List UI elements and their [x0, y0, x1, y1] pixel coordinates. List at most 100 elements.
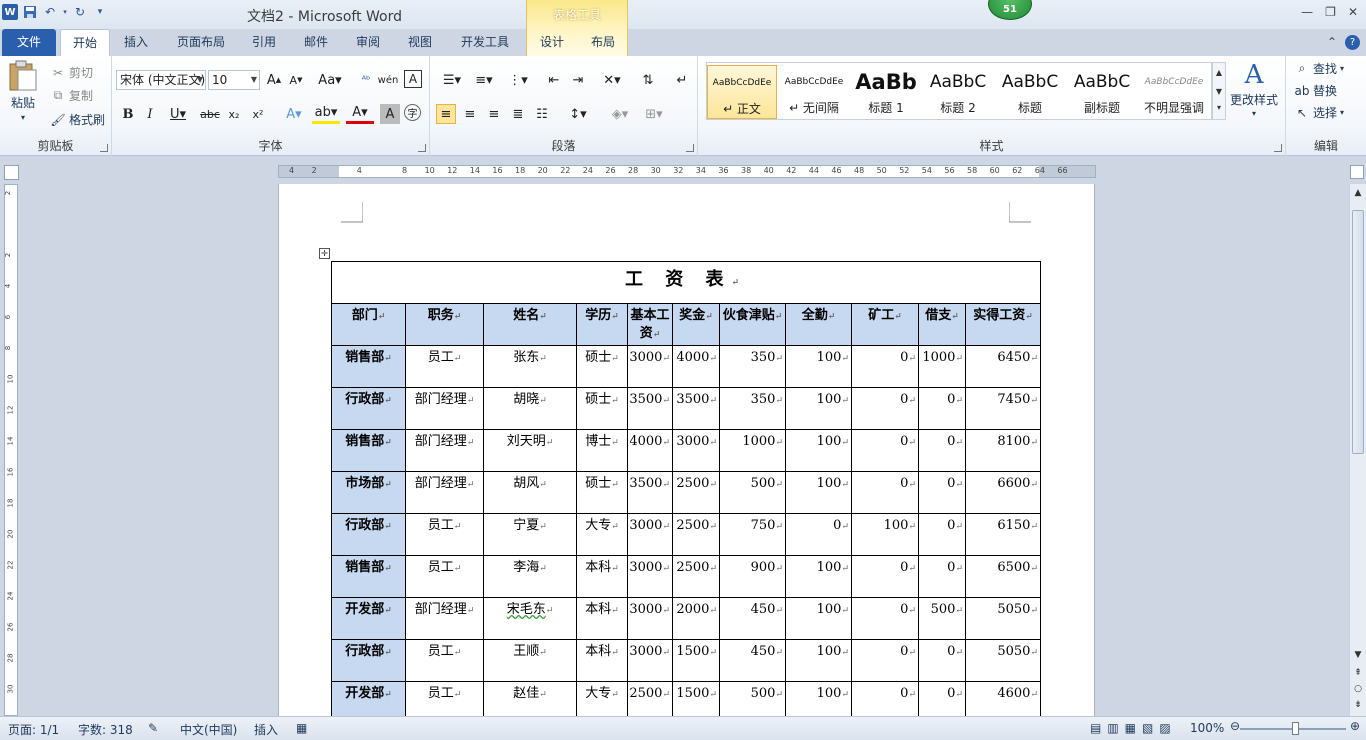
italic-icon[interactable]: I	[140, 104, 160, 124]
table-cell[interactable]: 100↵	[785, 555, 852, 598]
paragraph-launcher-icon[interactable]	[686, 144, 694, 152]
align-right-icon[interactable]: ≡	[484, 104, 504, 124]
table-cell[interactable]: 450↵	[719, 639, 786, 682]
tab-mailings[interactable]: 邮件	[296, 29, 336, 56]
table-cell[interactable]: 0↵	[851, 471, 919, 514]
grow-font-icon[interactable]: A ▲	[264, 70, 284, 90]
table-cell[interactable]: 本科↵	[576, 639, 628, 682]
table-cell[interactable]: 0↵	[918, 555, 966, 598]
format-painter-button[interactable]: 🖌 格式刷	[50, 111, 105, 128]
header-cell[interactable]: 伙食津贴↵	[719, 303, 786, 346]
table-cell[interactable]: 4000↵	[627, 429, 673, 472]
styles-down-icon[interactable]: ▼	[1213, 82, 1225, 101]
cut-button[interactable]: ✂ 剪切	[50, 64, 93, 81]
table-cell[interactable]: 0↵	[918, 639, 966, 682]
table-cell[interactable]: 100↵	[851, 513, 919, 556]
table-cell[interactable]: 2500↵	[672, 555, 720, 598]
view-ruler-icon[interactable]	[1350, 165, 1364, 179]
bullets-icon[interactable]: ☰▾	[438, 70, 466, 90]
style-subtle-emphasis[interactable]: AaBbCcDdEe 不明显强调	[1139, 65, 1209, 119]
header-cell[interactable]: 实得工资↵	[965, 303, 1041, 346]
table-cell[interactable]: 胡晓↵	[483, 387, 577, 430]
distributed-icon[interactable]: ☷	[532, 104, 552, 124]
table-cell[interactable]: 100↵	[785, 639, 852, 682]
font-name-dropdown-icon[interactable]: ▼	[197, 71, 203, 89]
style-title[interactable]: AaBbC 标题	[995, 65, 1065, 119]
table-cell[interactable]: 3000↵	[672, 429, 720, 472]
header-cell[interactable]: 部门↵	[331, 303, 406, 346]
table-cell[interactable]: 500↵	[918, 597, 966, 640]
table-cell[interactable]: 500↵	[719, 681, 786, 716]
table-cell[interactable]: 0↵	[918, 429, 966, 472]
save-icon[interactable]	[22, 4, 38, 20]
table-cell[interactable]: 3000↵	[627, 513, 673, 556]
header-cell[interactable]: 职务↵	[405, 303, 484, 346]
strikethrough-icon[interactable]: abc	[198, 104, 222, 124]
next-page-icon[interactable]: ⇟	[1350, 700, 1366, 710]
table-cell[interactable]: 0↵	[851, 597, 919, 640]
browse-object-icon[interactable]: ○	[1350, 684, 1366, 694]
table-cell[interactable]: 100↵	[785, 597, 852, 640]
page-indicator[interactable]: 页面: 1/1	[8, 721, 59, 738]
macro-record-icon[interactable]: ▦	[296, 721, 307, 735]
change-styles-button[interactable]: A 更改样式 ▾	[1230, 60, 1278, 118]
table-move-handle[interactable]: ✛	[319, 248, 330, 259]
table-cell[interactable]: 8100↵	[965, 429, 1041, 472]
copy-button[interactable]: ⧉ 复制	[50, 87, 93, 104]
header-cell[interactable]: 奖金↵	[672, 303, 720, 346]
department-cell[interactable]: 行政部↵	[331, 387, 406, 430]
font-color-icon[interactable]: A▾	[346, 104, 374, 124]
font-launcher-icon[interactable]	[418, 144, 426, 152]
undo-icon[interactable]: ↶	[42, 4, 58, 20]
table-cell[interactable]: 100↵	[785, 345, 852, 388]
redo-icon[interactable]: ↻	[72, 4, 88, 20]
salary-table[interactable]: 工 资 表↵ 部门↵ 职务↵ 姓名↵ 学历↵ 基本工资↵ 奖金↵ 伙食津贴↵ 全勤↵ 矿工↵ 借支…	[331, 261, 1041, 716]
table-cell[interactable]: 2500↵	[627, 681, 673, 716]
table-cell[interactable]: 胡风↵	[483, 471, 577, 514]
styles-up-icon[interactable]: ▲	[1213, 63, 1225, 82]
collapse-ribbon-icon[interactable]: ⌃	[1327, 35, 1337, 50]
enclose-characters-icon[interactable]: 字	[404, 104, 421, 121]
department-cell[interactable]: 销售部↵	[331, 555, 406, 598]
table-cell[interactable]: 3500↵	[672, 387, 720, 430]
paste-dropdown-icon[interactable]: ▾	[21, 113, 25, 122]
table-cell[interactable]: 1000↵	[918, 345, 966, 388]
tab-home[interactable]: 开始	[60, 29, 110, 56]
table-cell[interactable]: 张东↵	[483, 345, 577, 388]
style-normal[interactable]: AaBbCcDdEe ↵ 正文	[707, 65, 777, 119]
table-cell[interactable]: 部门经理↵	[405, 387, 484, 430]
department-cell[interactable]: 开发部↵	[331, 681, 406, 716]
table-cell[interactable]: 硕士↵	[576, 387, 628, 430]
word-count[interactable]: 字数: 318	[78, 721, 133, 738]
multilevel-list-icon[interactable]: ⋮▾	[504, 70, 532, 90]
clear-formatting-icon[interactable]: ᴬᵇ	[356, 70, 376, 90]
styles-launcher-icon[interactable]	[1274, 144, 1282, 152]
table-cell[interactable]: 员工↵	[405, 555, 484, 598]
table-cell[interactable]: 本科↵	[576, 597, 628, 640]
table-cell[interactable]: 6500↵	[965, 555, 1041, 598]
styles-more-icon[interactable]: ▾	[1213, 101, 1225, 115]
align-left-icon[interactable]: ≡	[436, 104, 456, 124]
table-cell[interactable]: 100↵	[785, 429, 852, 472]
find-button[interactable]: ⌕ 查找 ▾	[1294, 60, 1344, 77]
table-cell[interactable]: 3000↵	[627, 597, 673, 640]
bold-icon[interactable]: B	[118, 104, 138, 124]
table-cell[interactable]: 王顺↵	[483, 639, 577, 682]
customize-qat-icon[interactable]: ▾	[92, 4, 108, 20]
text-effects-icon[interactable]: A▾	[280, 104, 308, 124]
sort-icon[interactable]: ⇅	[638, 70, 658, 90]
select-button[interactable]: ↖ 选择 ▾	[1294, 104, 1344, 121]
replace-button[interactable]: ab 替换	[1294, 82, 1338, 99]
paste-button[interactable]: 粘贴 ▾	[8, 60, 38, 122]
table-cell[interactable]: 450↵	[719, 597, 786, 640]
table-cell[interactable]: 0↵	[918, 681, 966, 716]
table-title[interactable]: 工 资 表↵	[331, 261, 1041, 304]
phonetic-guide-icon[interactable]: wén	[378, 70, 399, 90]
previous-page-icon[interactable]: ⇞	[1350, 668, 1366, 678]
table-cell[interactable]: 3000↵	[627, 345, 673, 388]
change-styles-dropdown-icon[interactable]: ▾	[1252, 109, 1256, 118]
tab-file[interactable]: 文件	[2, 29, 56, 56]
numbering-icon[interactable]: ≡▾	[470, 70, 498, 90]
styles-scroll[interactable]: ▲ ▼ ▾	[1212, 62, 1226, 120]
shrink-font-icon[interactable]: A ▼	[286, 70, 306, 90]
